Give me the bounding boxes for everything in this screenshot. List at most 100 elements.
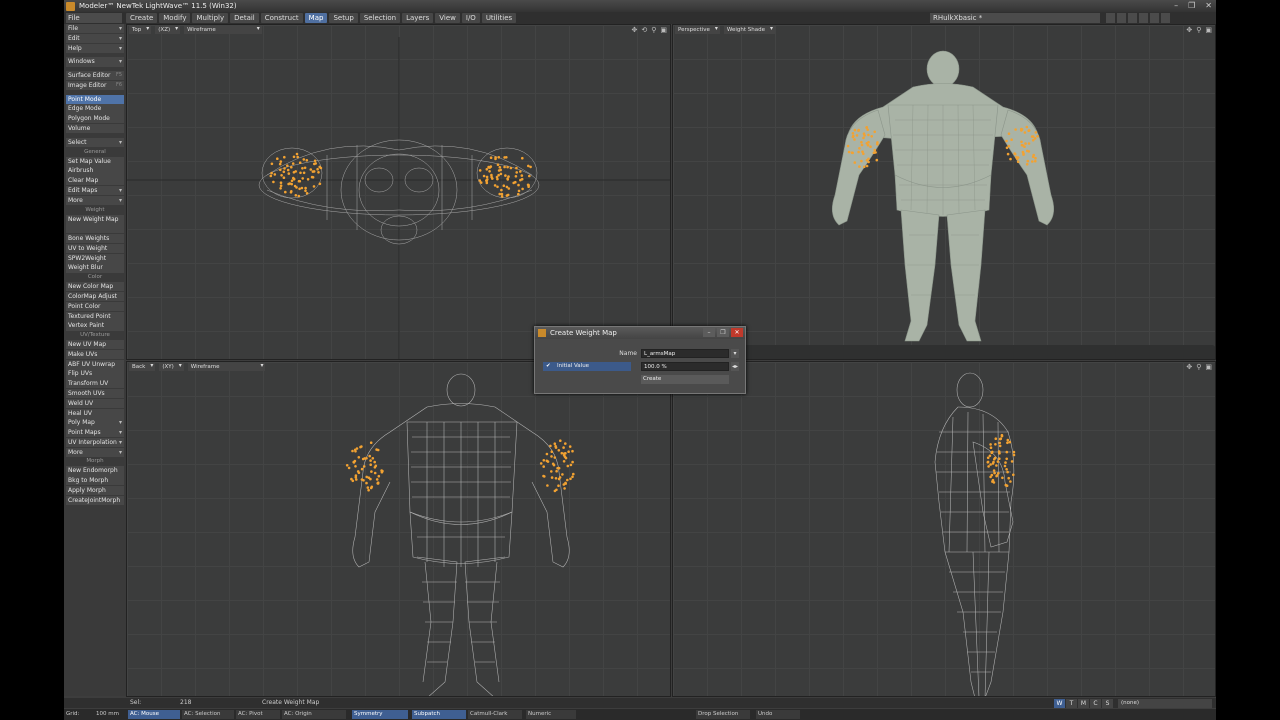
sidebar-item-select[interactable]: Select [66,137,124,147]
weight-point [367,476,371,479]
vmap-select[interactable]: (none) [1118,699,1212,708]
toolbar-drop-selection[interactable]: Drop Selection [696,710,750,719]
sidebar-item-weight-blur[interactable]: Weight Blur [66,263,124,273]
sidebar-item-point-mode[interactable]: Point Mode [66,94,124,104]
viewport-right[interactable]: ✥ ⚲ ▣ [672,361,1216,697]
tab-map[interactable]: Map [304,13,328,23]
sidebar-item-transform-uv[interactable]: Transform UV [66,379,124,389]
tab-layers[interactable]: Layers [402,13,434,23]
sidebar-item-edit-maps[interactable]: Edit Maps [66,185,124,196]
map-name-input[interactable]: L_armsMap [641,349,729,358]
tab-view[interactable]: View [435,13,460,23]
layer-button[interactable] [1161,13,1170,23]
tab-multiply[interactable]: Multiply [192,13,229,23]
initial-value-slider[interactable]: ◂▸ [731,362,739,371]
sidebar-item-weld-uv[interactable]: Weld UV [66,398,124,408]
tab-create[interactable]: Create [126,13,158,23]
sidebar-item-surface-editor[interactable]: Surface Editor F5 [66,71,124,81]
toolbar-catmull-clark[interactable]: Catmull-Clark [468,710,522,719]
sidebar-item-blank[interactable] [66,224,124,234]
sidebar-item-new-color-map[interactable]: New Color Map [66,282,124,292]
viewport-back[interactable]: Back (XY) Wireframe [126,361,671,697]
sidebar-item-image-editor[interactable]: Image Editor F6 [66,80,124,91]
weight-point [347,466,351,470]
layer-button[interactable] [1117,13,1126,23]
sidebar-item-edit[interactable]: Edit [66,33,124,43]
sidebar-item-apply-morph[interactable]: Apply Morph [66,486,124,496]
restore-icon[interactable]: ❐ [717,328,729,337]
sidebar-item-point-color[interactable]: Point Color [66,301,124,311]
tab-selection[interactable]: Selection [359,13,401,23]
sidebar-item-more[interactable]: More [66,447,124,457]
sidebar-item-file[interactable]: File [66,24,124,34]
layer-button[interactable] [1106,13,1115,23]
layer-button[interactable] [1128,13,1137,23]
vmap-button-t[interactable]: T [1066,699,1077,708]
dialog-title-bar[interactable]: Create Weight Map – ❐ ✕ [535,327,745,339]
sidebar-item-windows[interactable]: Windows [66,57,124,67]
sidebar-item-set-map-value[interactable]: Set Map Value [66,156,124,166]
sidebar-item-createjointmorph[interactable]: CreateJointMorph [66,495,124,505]
sidebar-item-volume[interactable]: Volume [66,124,124,134]
toolbar-ac-pivot[interactable]: AC: Pivot [236,710,280,719]
tab-detail[interactable]: Detail [230,13,259,23]
close-icon[interactable]: ✕ [1205,1,1212,10]
tab-modify[interactable]: Modify [159,13,191,23]
toolbar-ac-mouse[interactable]: AC: Mouse [128,710,180,719]
scene-object-select[interactable]: RHulkXbasic * [930,13,1100,23]
layer-button[interactable] [1150,13,1159,23]
sidebar-item-bone-weights[interactable]: Bone Weights [66,234,124,244]
toolbar-numeric[interactable]: Numeric [526,710,576,719]
sidebar-item-uv-to-weight[interactable]: UV to Weight [66,243,124,254]
sidebar-item-smooth-uvs[interactable]: Smooth UVs [66,389,124,399]
sidebar-item-colormap-adjust[interactable]: ColorMap Adjust [66,291,124,302]
sidebar-item-heal-uv[interactable]: Heal UV [66,408,124,418]
sidebar-item-help[interactable]: Help [66,43,124,53]
vmap-button-c[interactable]: C [1090,699,1101,708]
tab-setup[interactable]: Setup [329,13,358,23]
sidebar-item-airbrush[interactable]: Airbrush [66,166,124,176]
sidebar-item-new-endomorph[interactable]: New Endomorph [66,466,124,476]
vmap-button-m[interactable]: M [1078,699,1089,708]
initial-value-checkbox[interactable]: ✔ Initial Value [543,362,631,371]
sidebar-item-bkg-to-morph[interactable]: Bkg to Morph [66,476,124,486]
weight-point [485,168,489,171]
sidebar-item-more[interactable]: More [66,195,124,205]
sidebar-item-new-weight-map[interactable]: New Weight Map [66,214,124,224]
sidebar-item-new-uv-map[interactable]: New UV Map [66,340,124,350]
toolbar-undo[interactable]: Undo [756,710,800,719]
sidebar-item-uv-interpolation[interactable]: UV Interpolation [66,437,124,448]
sidebar-item-make-uvs[interactable]: Make UVs [66,349,124,360]
sidebar-item-point-maps[interactable]: Point Maps [66,428,124,438]
vmap-button-w[interactable]: W [1054,699,1065,708]
sidebar-item-flip-uvs[interactable]: Flip UVs [66,369,124,379]
toolbar-symmetry[interactable]: Symmetry [352,710,408,719]
viewport-top[interactable]: Top (XZ) Wireframe ✥ ⟲ ⚲ ▣ [126,24,671,360]
layer-button[interactable] [1139,13,1148,23]
sidebar-item-clear-map[interactable]: Clear Map [66,176,124,186]
vmap-button-s[interactable]: S [1102,699,1113,708]
toolbar-ac-selection[interactable]: AC: Selection [182,710,234,719]
restore-icon[interactable]: ❐ [1188,1,1195,10]
toolbar-subpatch[interactable]: Subpatch [412,710,466,719]
close-icon[interactable]: ✕ [731,328,743,337]
map-name-dropdown[interactable]: ▾ [731,349,739,358]
minimize-icon[interactable]: – [703,328,715,337]
sidebar-item-spw2weight[interactable]: SPW2Weight [66,253,124,263]
initial-value-input[interactable]: 100.0 % [641,362,729,371]
tab-construct[interactable]: Construct [260,13,303,23]
sidebar-item-abf-uv-unwrap[interactable]: ABF UV Unwrap [66,359,124,369]
sidebar-item-vertex-paint[interactable]: Vertex Paint [66,321,124,331]
sidebar-menu-dropdown[interactable]: File [66,13,122,23]
sidebar-item-poly-map[interactable]: Poly Map [66,418,124,428]
minimize-icon[interactable]: – [1174,1,1178,10]
toolbar-ac-origin[interactable]: AC: Origin [282,710,346,719]
tab-i-o[interactable]: I/O [461,13,480,23]
create-button[interactable]: Create [641,375,729,384]
weight-point [370,470,373,473]
tab-utilities[interactable]: Utilities [481,13,517,23]
sidebar-item-polygon-mode[interactable]: Polygon Mode [66,114,124,124]
sidebar-item-edge-mode[interactable]: Edge Mode [66,104,124,114]
sidebar-item-textured-point[interactable]: Textured Point [66,311,124,321]
viewport-perspective[interactable]: Perspective Weight Shade ✥ ⚲ ▣ [672,24,1216,360]
